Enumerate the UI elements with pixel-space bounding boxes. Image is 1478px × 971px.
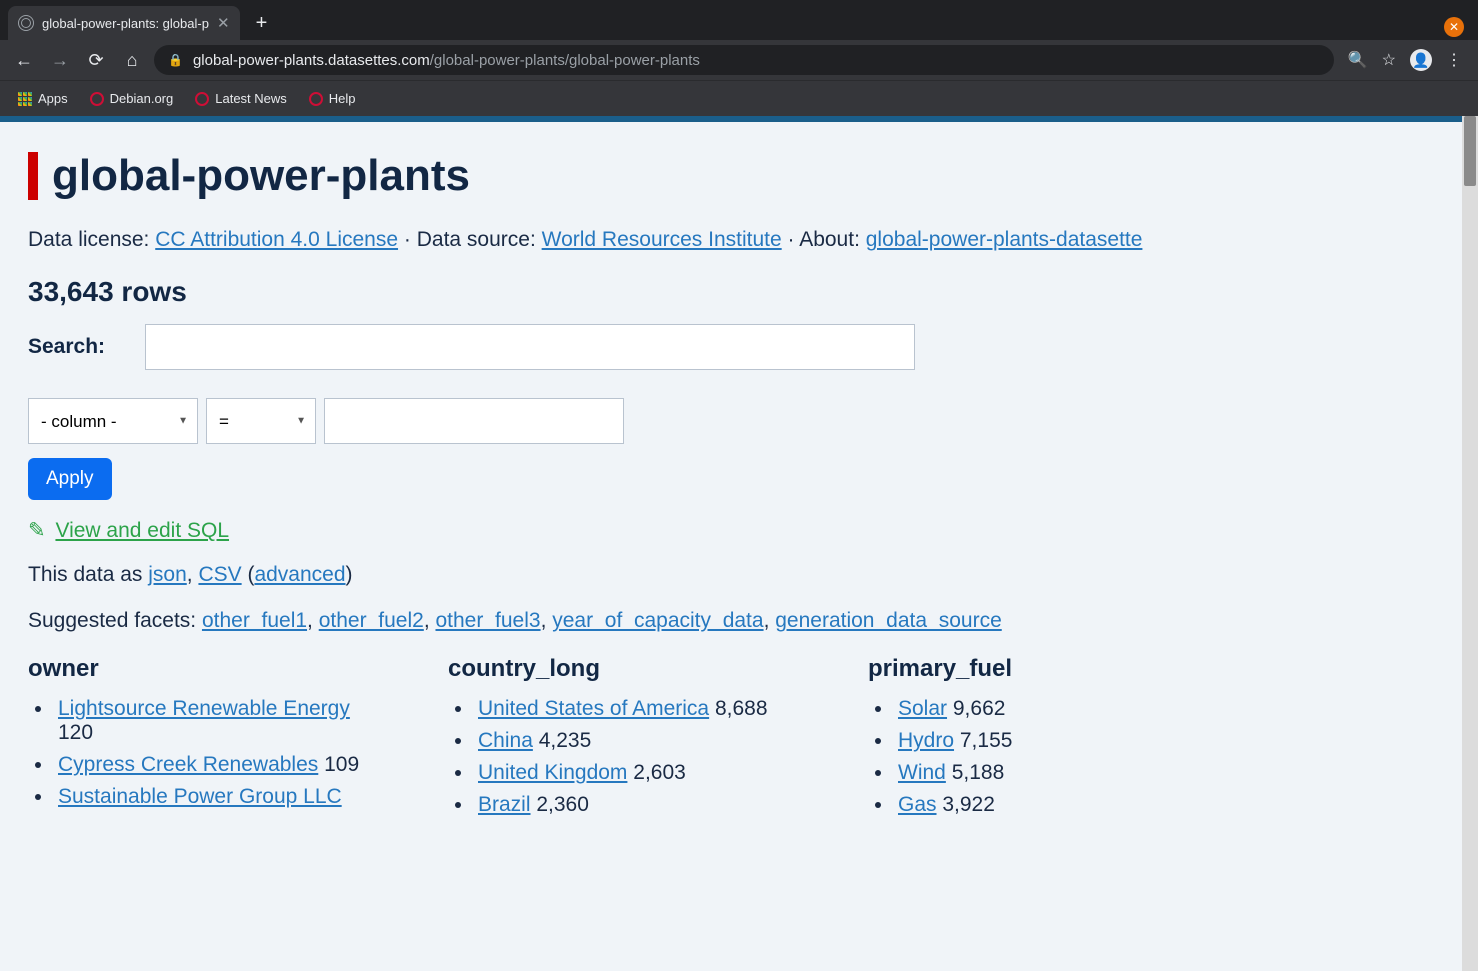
advanced-link[interactable]: advanced xyxy=(254,563,345,586)
pencil-icon: ✎ xyxy=(28,519,46,542)
filter-value-input[interactable] xyxy=(324,398,624,444)
tab-title: global-power-plants: global-p xyxy=(42,16,209,31)
bookmark-latest-news[interactable]: Latest News xyxy=(187,87,295,110)
debian-icon xyxy=(90,92,104,106)
facet-value-link[interactable]: Cypress Creek Renewables xyxy=(58,753,318,776)
bookmark-apps[interactable]: Apps xyxy=(10,87,76,110)
source-link[interactable]: World Resources Institute xyxy=(542,228,782,251)
suggested-facets: Suggested facets: other_fuel1, other_fue… xyxy=(28,609,1434,633)
filter-column-select[interactable]: - column - xyxy=(28,398,198,444)
url-host: global-power-plants.datasettes.com xyxy=(193,52,430,69)
facet-value-link[interactable]: Lightsource Renewable Energy xyxy=(58,697,350,720)
bookmark-help[interactable]: Help xyxy=(301,87,364,110)
list-item: United States of America 8,688 xyxy=(474,697,808,721)
address-bar[interactable]: 🔒 global-power-plants.datasettes.com/glo… xyxy=(154,45,1334,75)
csv-link[interactable]: CSV xyxy=(198,563,241,586)
vertical-scrollbar[interactable] xyxy=(1462,116,1478,971)
search-label: Search: xyxy=(28,335,105,359)
apply-button[interactable]: Apply xyxy=(28,458,112,500)
apps-icon xyxy=(18,92,32,106)
facet-value-link[interactable]: Solar xyxy=(898,697,947,720)
facet-value-link[interactable]: United Kingdom xyxy=(478,761,627,784)
list-item: China 4,235 xyxy=(474,729,808,753)
scrollbar-thumb[interactable] xyxy=(1464,116,1476,186)
list-item: Sustainable Power Group LLC xyxy=(54,785,388,809)
facet-value-link[interactable]: United States of America xyxy=(478,697,709,720)
browser-tab[interactable]: global-power-plants: global-p ✕ xyxy=(8,6,240,40)
facet-value-link[interactable]: Brazil xyxy=(478,793,531,816)
window-controls: ✕ xyxy=(1444,17,1470,37)
facet-owner: owner Lightsource Renewable Energy 120 C… xyxy=(28,655,388,825)
list-item: Wind 5,188 xyxy=(894,761,1148,785)
reload-button[interactable]: ⟳ xyxy=(82,46,110,74)
list-item: United Kingdom 2,603 xyxy=(474,761,808,785)
facet-country: country_long United States of America 8,… xyxy=(448,655,808,825)
about-link[interactable]: global-power-plants-datasette xyxy=(866,228,1143,251)
facet-value-link[interactable]: Wind xyxy=(898,761,946,784)
search-input[interactable] xyxy=(145,324,915,370)
facet-country-title: country_long xyxy=(448,655,808,683)
data-as-line: This data as json, CSV (advanced) xyxy=(28,563,1434,587)
new-tab-button[interactable]: + xyxy=(248,9,276,37)
tab-strip: global-power-plants: global-p ✕ + ✕ xyxy=(0,0,1478,40)
facet-value-link[interactable]: Hydro xyxy=(898,729,954,752)
list-item: Hydro 7,155 xyxy=(894,729,1148,753)
facet-generation-source[interactable]: generation_data_source xyxy=(775,609,1002,632)
facet-owner-title: owner xyxy=(28,655,388,683)
browser-toolbar: ← → ⟳ ⌂ 🔒 global-power-plants.datasettes… xyxy=(0,40,1478,80)
filter-op-select[interactable]: = xyxy=(206,398,316,444)
bookmarks-bar: Apps Debian.org Latest News Help xyxy=(0,80,1478,116)
profile-icon[interactable]: 👤 xyxy=(1410,49,1432,71)
debian-icon xyxy=(309,92,323,106)
list-item: Cypress Creek Renewables 109 xyxy=(54,753,388,777)
window-close-icon[interactable]: ✕ xyxy=(1444,17,1464,37)
view-edit-sql-link[interactable]: View and edit SQL xyxy=(55,519,229,542)
browser-menu-icon[interactable]: ⋮ xyxy=(1446,50,1462,70)
page-title: global-power-plants xyxy=(28,152,1434,200)
url-path: /global-power-plants/global-power-plants xyxy=(430,52,700,69)
facet-fuel-title: primary_fuel xyxy=(868,655,1148,683)
globe-icon xyxy=(18,15,34,31)
list-item: Solar 9,662 xyxy=(894,697,1148,721)
facet-value-link[interactable]: Gas xyxy=(898,793,937,816)
zoom-icon[interactable]: 🔍 xyxy=(1348,50,1368,70)
facet-other-fuel2[interactable]: other_fuel2 xyxy=(319,609,424,632)
rows-heading: 33,643 rows xyxy=(28,276,1434,308)
list-item: Brazil 2,360 xyxy=(474,793,808,817)
list-item: Gas 3,922 xyxy=(894,793,1148,817)
facet-other-fuel1[interactable]: other_fuel1 xyxy=(202,609,307,632)
meta-line: Data license: CC Attribution 4.0 License… xyxy=(28,228,1434,252)
back-button[interactable]: ← xyxy=(10,46,38,74)
bookmark-debian[interactable]: Debian.org xyxy=(82,87,182,110)
list-item: Lightsource Renewable Energy 120 xyxy=(54,697,388,745)
home-button[interactable]: ⌂ xyxy=(118,46,146,74)
facet-value-link[interactable]: Sustainable Power Group LLC xyxy=(58,785,342,808)
close-tab-icon[interactable]: ✕ xyxy=(217,16,230,31)
facet-value-link[interactable]: China xyxy=(478,729,533,752)
json-link[interactable]: json xyxy=(148,563,187,586)
forward-button[interactable]: → xyxy=(46,46,74,74)
lock-icon: 🔒 xyxy=(168,53,183,67)
license-link[interactable]: CC Attribution 4.0 License xyxy=(155,228,398,251)
facet-other-fuel3[interactable]: other_fuel3 xyxy=(435,609,540,632)
facet-year-capacity[interactable]: year_of_capacity_data xyxy=(552,609,763,632)
debian-icon xyxy=(195,92,209,106)
bookmark-star-icon[interactable]: ☆ xyxy=(1382,50,1396,70)
facet-primary-fuel: primary_fuel Solar 9,662 Hydro 7,155 Win… xyxy=(868,655,1148,825)
